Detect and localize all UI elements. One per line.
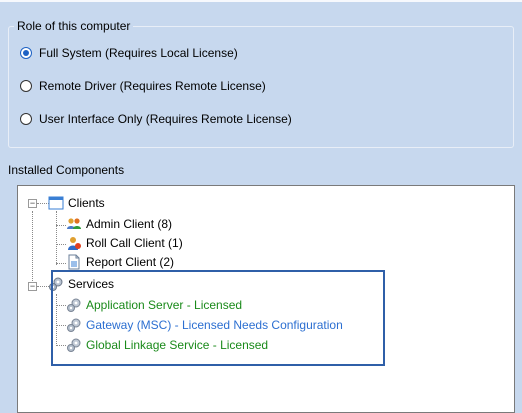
tree-node-report-client[interactable]: Report Client (2) <box>66 254 174 270</box>
radio-button[interactable] <box>20 113 32 125</box>
radio-button-selected[interactable] <box>20 47 32 59</box>
radio-user-interface-only[interactable]: User Interface Only (Requires Remote Lic… <box>20 112 292 126</box>
radio-label: Remote Driver (Requires Remote License) <box>39 79 266 93</box>
user-icon <box>66 235 82 251</box>
tree-line <box>56 225 66 226</box>
tree-line <box>56 211 57 265</box>
window-icon <box>48 195 64 211</box>
tree-node-label: Roll Call Client (1) <box>86 236 183 250</box>
radio-button[interactable] <box>20 80 32 92</box>
tree-node-roll-call-client[interactable]: Roll Call Client (1) <box>66 235 183 251</box>
tree-line <box>56 263 66 264</box>
services-highlight-box <box>51 270 385 366</box>
services-collapse-toggle[interactable]: − <box>28 282 37 291</box>
tree-node-clients[interactable]: Clients <box>48 195 105 211</box>
tree-node-label: Admin Client (8) <box>86 217 173 231</box>
radio-remote-driver[interactable]: Remote Driver (Requires Remote License) <box>20 79 266 93</box>
role-groupbox-title: Role of this computer <box>14 19 134 33</box>
tree-node-label: Report Client (2) <box>86 255 175 269</box>
tree-node-admin-client[interactable]: Admin Client (8) <box>66 216 172 232</box>
tree-line <box>56 244 66 245</box>
radio-label: User Interface Only (Requires Remote Lic… <box>39 112 292 126</box>
window-top-edge <box>0 0 522 2</box>
tree-node-label: Clients <box>68 196 105 210</box>
radio-label: Full System (Requires Local License) <box>39 46 238 60</box>
tree-line <box>32 211 33 287</box>
installed-components-label: Installed Components <box>8 163 125 177</box>
document-icon <box>66 254 82 270</box>
radio-full-system[interactable]: Full System (Requires Local License) <box>20 46 238 60</box>
users-icon <box>66 216 82 232</box>
clients-collapse-toggle[interactable]: − <box>28 199 37 208</box>
